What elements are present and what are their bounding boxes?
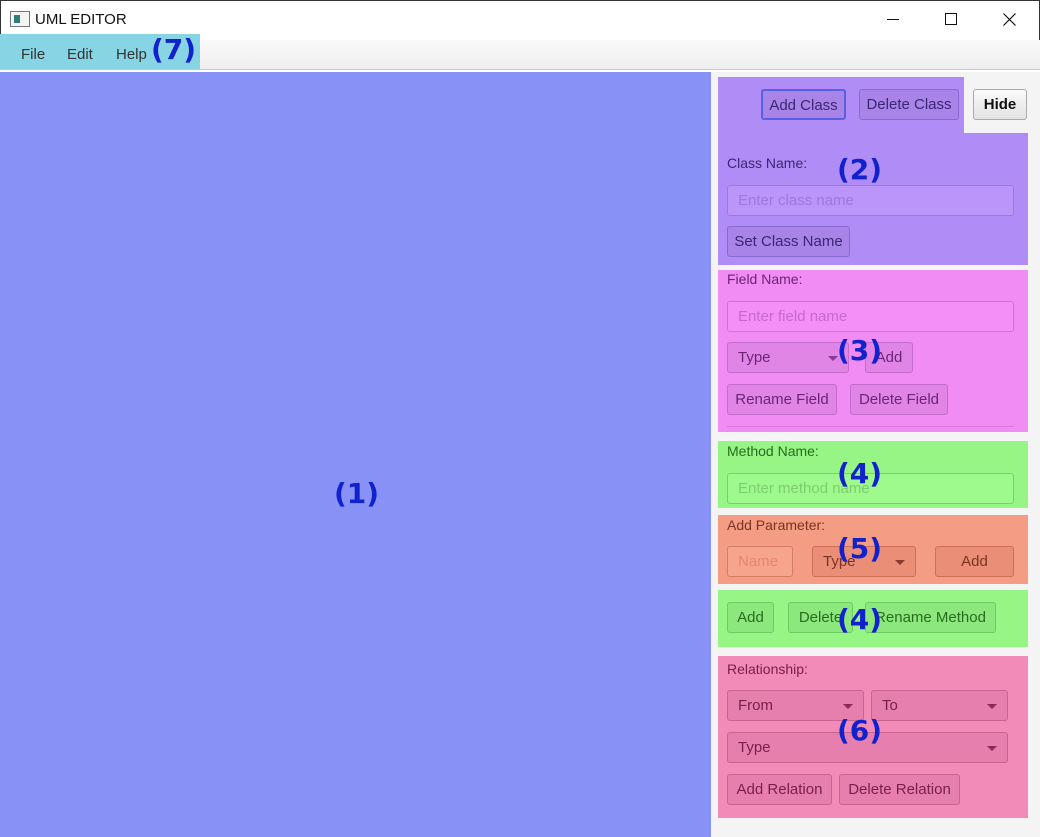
add-relation-button[interactable]: Add Relation	[727, 774, 832, 805]
diagram-canvas[interactable]	[0, 72, 711, 837]
field-name-label: Field Name:	[727, 271, 803, 287]
delete-class-button[interactable]: Delete Class	[859, 89, 959, 120]
add-class-button[interactable]: Add Class	[761, 89, 846, 120]
close-icon	[1003, 13, 1016, 26]
relation-from-value: From	[738, 697, 773, 714]
annotation-parameter: (5)	[837, 532, 883, 565]
hide-button[interactable]: Hide	[973, 89, 1027, 120]
window-title: UML EDITOR	[35, 11, 127, 28]
field-name-input[interactable]: Enter field name	[727, 301, 1014, 332]
maximize-button[interactable]	[922, 0, 980, 40]
set-class-name-button[interactable]: Set Class Name	[727, 226, 850, 257]
relation-type-value: Type	[738, 739, 771, 756]
annotation-relationship: (6)	[837, 714, 883, 747]
annotation-menu: (7)	[151, 33, 197, 66]
field-separator	[727, 426, 1014, 427]
menu-help[interactable]: Help	[116, 46, 147, 63]
add-parameter-button[interactable]: Add	[935, 546, 1014, 577]
close-button[interactable]	[980, 0, 1038, 40]
field-type-value: Type	[738, 349, 771, 366]
maximize-icon	[945, 13, 957, 25]
delete-relation-button[interactable]: Delete Relation	[839, 774, 960, 805]
relation-to-value: To	[882, 697, 898, 714]
minimize-icon	[887, 19, 899, 20]
relationship-label: Relationship:	[727, 661, 808, 677]
relation-to-dropdown[interactable]: To	[871, 690, 1008, 721]
annotation-method: (4)	[837, 457, 883, 490]
rename-method-button[interactable]: Rename Method	[865, 602, 996, 633]
chevron-down-icon	[895, 560, 905, 565]
app-window-icon	[10, 11, 30, 27]
delete-field-button[interactable]: Delete Field	[850, 384, 948, 415]
rename-field-button[interactable]: Rename Field	[727, 384, 837, 415]
add-method-button[interactable]: Add	[727, 602, 774, 633]
annotation-class: (2)	[837, 153, 883, 186]
menu-file[interactable]: File	[21, 46, 45, 63]
minimize-button[interactable]	[864, 0, 922, 40]
class-name-label: Class Name:	[727, 155, 808, 171]
field-type-dropdown[interactable]: Type	[727, 342, 849, 373]
annotation-field: (3)	[837, 334, 883, 367]
annotation-method-actions: (4)	[837, 603, 883, 636]
add-parameter-label: Add Parameter:	[727, 517, 826, 533]
parameter-name-input[interactable]: Name	[727, 546, 793, 577]
method-name-label: Method Name:	[727, 443, 819, 459]
chevron-down-icon	[987, 746, 997, 751]
annotation-canvas: (1)	[334, 477, 380, 510]
class-name-input[interactable]: Enter class name	[727, 185, 1014, 216]
chevron-down-icon	[987, 704, 997, 709]
menu-edit[interactable]: Edit	[67, 46, 93, 63]
chevron-down-icon	[843, 704, 853, 709]
